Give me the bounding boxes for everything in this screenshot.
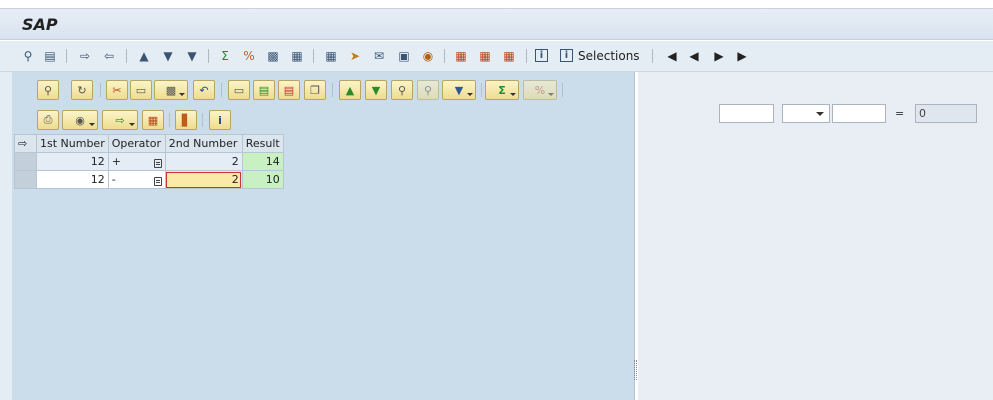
selections-button[interactable]: Selections — [578, 49, 640, 63]
operator-cell[interactable]: - — [107, 170, 166, 189]
layout-icon[interactable]: ▦ — [142, 110, 164, 130]
operator-value: + — [111, 155, 121, 168]
insert-row-icon[interactable]: ▤ — [253, 80, 275, 100]
toolbar-separator — [313, 49, 314, 63]
info-icon[interactable]: i — [209, 110, 231, 130]
title-bar: SAP — [0, 8, 993, 40]
select-all-icon[interactable]: ⇨ — [14, 134, 37, 153]
send-icon[interactable]: ✉ — [371, 48, 387, 64]
undo-icon[interactable]: ↶ — [193, 80, 215, 100]
operator-cell[interactable]: + — [107, 152, 166, 171]
value-help-icon[interactable] — [153, 177, 162, 186]
subtotal-icon[interactable]: % — [241, 48, 257, 64]
toolbar-separator — [332, 83, 333, 97]
export-icon[interactable]: ⇨ — [77, 48, 93, 64]
copy-icon[interactable]: ▭ — [130, 80, 152, 100]
sort-descending-icon[interactable]: ▼ — [160, 48, 176, 64]
excel-icon[interactable]: ▦ — [323, 48, 339, 64]
previous-page-icon[interactable]: ◀ — [686, 48, 702, 64]
first-page-icon[interactable]: ◀ — [664, 48, 680, 64]
layout-icon[interactable]: ▦ — [289, 48, 305, 64]
table-icon[interactable]: ▤ — [42, 48, 58, 64]
table-row: 12 - 2 10 — [14, 170, 284, 189]
paste-icon[interactable]: ▩ — [154, 80, 188, 100]
rows-icon[interactable]: ▦ — [501, 48, 517, 64]
columns-icon[interactable]: ▦ — [477, 48, 493, 64]
first-number-cell[interactable]: 12 — [36, 170, 109, 189]
result-grid: ⇨ 1st Number Operator 2nd Number Result … — [14, 134, 284, 189]
graphic-icon[interactable]: ▣ — [396, 48, 412, 64]
toolbar-separator — [126, 49, 127, 63]
find-icon[interactable]: ⚲ — [391, 80, 413, 100]
sum-icon[interactable]: Σ — [217, 48, 233, 64]
grid-icon[interactable]: ▦ — [453, 48, 469, 64]
print-preview-icon[interactable]: ▩ — [265, 48, 281, 64]
toolbar-separator — [66, 49, 67, 63]
row-selector[interactable] — [14, 152, 37, 171]
equals-label: = — [895, 107, 905, 120]
toolbar-separator — [652, 49, 653, 63]
filter-icon[interactable]: ▼ — [442, 80, 476, 100]
second-number-input[interactable] — [832, 104, 886, 123]
abc-icon[interactable]: ◉ — [420, 48, 436, 64]
sort-ascending-icon[interactable]: ▲ — [136, 48, 152, 64]
splitter-handle[interactable] — [634, 360, 637, 380]
subtotal-icon[interactable]: % — [523, 80, 557, 100]
header-row: ⇨ 1st Number Operator 2nd Number Result — [14, 134, 284, 153]
import-icon[interactable]: ⇦ — [101, 48, 117, 64]
toolbar-separator — [526, 49, 527, 63]
row-selector[interactable] — [14, 170, 37, 189]
toolbar-separator — [444, 49, 445, 63]
first-number-cell[interactable]: 12 — [36, 152, 109, 171]
export-icon[interactable]: ⇨ — [102, 110, 138, 130]
next-page-icon[interactable]: ▶ — [711, 48, 727, 64]
left-gutter — [0, 72, 12, 400]
print-icon[interactable]: ⎙ — [37, 110, 59, 130]
toolbar-separator — [100, 83, 101, 97]
result-cell: 14 — [241, 152, 284, 171]
first-number-input[interactable] — [719, 104, 774, 123]
operator-dropdown[interactable] — [782, 104, 830, 123]
value-help-icon[interactable] — [153, 159, 162, 168]
word-icon[interactable]: ➤ — [347, 48, 363, 64]
result-field: 0 — [915, 104, 977, 123]
column-header-2nd-number[interactable]: 2nd Number — [164, 134, 243, 153]
filter-icon[interactable]: ▼ — [184, 48, 200, 64]
find-next-icon[interactable]: ⚲ — [417, 80, 439, 100]
column-header-operator[interactable]: Operator — [107, 134, 166, 153]
sort-ascending-icon[interactable]: ▲ — [339, 80, 361, 100]
result-cell: 10 — [241, 170, 284, 189]
views-icon[interactable]: ◉ — [62, 110, 98, 130]
refresh-icon[interactable]: ↻ — [71, 80, 93, 100]
graphic-icon[interactable]: ▋ — [175, 110, 197, 130]
toolbar-separator — [208, 49, 209, 63]
app-title: SAP — [22, 15, 58, 34]
sap-window: SAP ⚲ ▤ ⇨ ⇦ ▲ ▼ ▼ Σ % ▩ ▦ ▦ ➤ ✉ ▣ ◉ ▦ ▦ … — [0, 0, 993, 400]
table-row: 12 + 2 14 — [14, 152, 284, 171]
toolbar-separator — [169, 113, 170, 127]
second-number-cell[interactable]: 2 — [164, 152, 243, 171]
toolbar-separator — [221, 83, 222, 97]
operator-value: - — [111, 173, 116, 186]
new-row-icon[interactable]: ▭ — [228, 80, 250, 100]
info-icon[interactable]: i — [535, 49, 548, 62]
sum-icon[interactable]: Σ — [485, 80, 519, 100]
application-toolbar: ⚲ ▤ ⇨ ⇦ ▲ ▼ ▼ Σ % ▩ ▦ ▦ ➤ ✉ ▣ ◉ ▦ ▦ ▦ i … — [0, 41, 993, 72]
details-icon[interactable]: ⚲ — [20, 48, 36, 64]
column-header-result[interactable]: Result — [241, 134, 284, 153]
duplicate-row-icon[interactable]: ❐ — [304, 80, 326, 100]
toolbar-separator — [202, 113, 203, 127]
last-page-icon[interactable]: ▶ — [734, 48, 750, 64]
column-header-1st-number[interactable]: 1st Number — [36, 134, 109, 153]
cut-icon[interactable]: ✂ — [106, 80, 128, 100]
sort-descending-icon[interactable]: ▼ — [365, 80, 387, 100]
toolbar-separator — [562, 83, 563, 97]
second-number-cell[interactable]: 2 — [164, 170, 243, 189]
toolbar-separator — [481, 83, 482, 97]
delete-row-icon[interactable]: ▤ — [278, 80, 300, 100]
selections-info-icon[interactable]: i — [560, 49, 573, 62]
details-icon[interactable]: ⚲ — [37, 80, 59, 100]
